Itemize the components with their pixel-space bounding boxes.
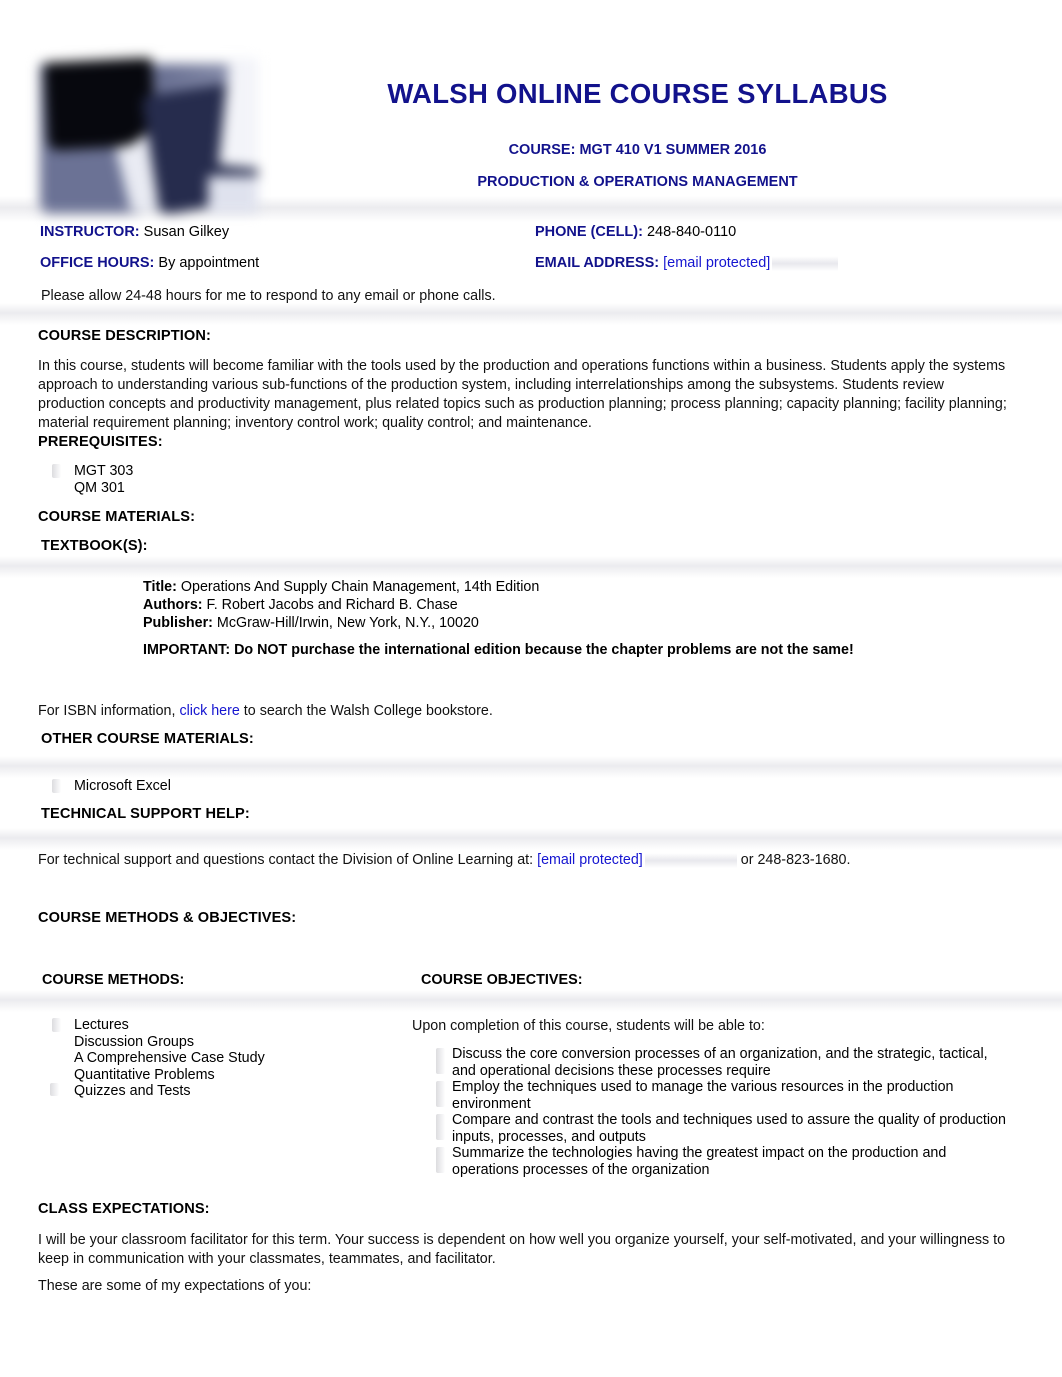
isbn-note-prefix: For ISBN information, <box>38 703 180 719</box>
list-item: Quantitative Problems <box>74 1067 265 1084</box>
list-item: Compare and contrast the tools and techn… <box>436 1112 1010 1145</box>
instructor-row: INSTRUCTOR: Susan Gilkey <box>40 224 229 241</box>
section-heading-prerequisites: PREREQUISITES: <box>38 434 163 450</box>
other-course-materials-list: Microsoft Excel <box>52 778 171 795</box>
tech-support-prefix: For technical support and questions cont… <box>38 852 538 868</box>
column-heading-course-objectives: COURSE OBJECTIVES: <box>421 972 583 988</box>
section-heading-class-expectations: CLASS EXPECTATIONS: <box>38 1201 210 1217</box>
section-heading-course-materials: COURSE MATERIALS: <box>38 509 196 525</box>
textbook-authors-value: F. Robert Jacobs and Richard B. Chase <box>206 597 458 613</box>
technical-support-text: For technical support and questions cont… <box>38 851 978 870</box>
response-time-note: Please allow 24-48 hours for me to respo… <box>41 287 941 306</box>
textbook-details: Title: Operations And Supply Chain Manag… <box>143 578 903 632</box>
list-item-label: Discuss the core conversion processes of… <box>452 1046 988 1079</box>
isbn-note: For ISBN information, click here to sear… <box>38 702 738 721</box>
bookstore-link[interactable]: click here <box>179 703 239 719</box>
textbook-publisher-value: McGraw-Hill/Irwin, New York, N.Y., 10020 <box>216 615 479 631</box>
list-item: Quizzes and Tests <box>50 1083 265 1100</box>
section-heading-textbooks: TEXTBOOK(S): <box>41 538 148 554</box>
scan-artifact-band <box>0 556 1062 578</box>
walsh-college-logo-image <box>38 58 258 213</box>
instructor-label: INSTRUCTOR: <box>40 224 140 240</box>
section-heading-course-description: COURSE DESCRIPTION: <box>38 328 211 344</box>
isbn-note-suffix: to search the Walsh College bookstore. <box>239 703 493 719</box>
section-heading-methods-objectives: COURSE METHODS & OBJECTIVES: <box>38 910 297 926</box>
bullet-marker-icon <box>436 1081 445 1107</box>
prerequisites-list: MGT 303 QM 301 <box>52 463 134 497</box>
list-item-label: A Comprehensive Case Study <box>74 1050 265 1066</box>
list-item-label: QM 301 <box>74 479 125 496</box>
phone-label: PHONE (CELL): <box>535 224 643 240</box>
textbook-authors-row: Authors: F. Robert Jacobs and Richard B.… <box>143 596 903 614</box>
list-item-label: Summarize the technologies having the gr… <box>452 1145 947 1178</box>
course-methods-list: Lectures Discussion Groups A Comprehensi… <box>50 1017 265 1100</box>
class-expectations-paragraph: I will be your classroom facilitator for… <box>38 1232 1006 1267</box>
list-item-label: Microsoft Excel <box>74 778 171 794</box>
tech-support-email[interactable]: [email protected] <box>537 852 643 868</box>
list-item: Discuss the core conversion processes of… <box>436 1046 1010 1079</box>
textbook-publisher-label: Publisher: <box>143 615 213 631</box>
textbook-authors-label: Authors: <box>143 597 203 613</box>
tech-support-suffix: or 248-823-1680. <box>736 852 851 868</box>
email-label: EMAIL ADDRESS: <box>535 255 660 271</box>
instructor-value: Susan Gilkey <box>143 224 230 240</box>
course-description-paragraph: In this course, students will become fam… <box>38 358 1007 431</box>
bullet-marker-icon <box>436 1147 445 1173</box>
bullet-marker-icon <box>436 1114 445 1140</box>
list-item-label: Discussion Groups <box>74 1033 194 1050</box>
list-item: Lectures <box>52 1017 265 1034</box>
bullet-marker-icon <box>436 1048 445 1074</box>
scan-artifact-band <box>0 303 1062 325</box>
phone-value: 248-840-0110 <box>646 224 737 240</box>
list-item: QM 301 <box>74 480 133 497</box>
scan-artifact-band <box>0 756 1062 778</box>
list-item-label: Quantitative Problems <box>74 1066 215 1083</box>
scan-artifact-band <box>0 828 1062 850</box>
email-row: EMAIL ADDRESS: [email protected] <box>535 255 839 272</box>
textbook-title-label: Title: <box>143 579 177 595</box>
textbook-important-notice: IMPORTANT: Do NOT purchase the internati… <box>143 642 854 658</box>
objectives-intro: Upon completion of this course, students… <box>412 1018 765 1034</box>
scan-artifact-band <box>0 990 1062 1012</box>
bullet-marker-icon <box>50 1083 59 1096</box>
list-item: A Comprehensive Case Study <box>74 1050 265 1067</box>
course-subject-title: PRODUCTION & OPERATIONS MANAGEMENT <box>477 174 798 190</box>
email-value[interactable]: [email protected] <box>663 255 770 271</box>
page-title: WALSH ONLINE COURSE SYLLABUS <box>387 78 888 109</box>
office-hours-value: By appointment <box>158 255 260 271</box>
list-item: Microsoft Excel <box>52 778 171 795</box>
list-item: Discussion Groups <box>74 1034 265 1051</box>
list-item-label: Quizzes and Tests <box>74 1083 191 1099</box>
document-header: WALSH ONLINE COURSE SYLLABUS COURSE: MGT… <box>0 0 1062 213</box>
phone-row: PHONE (CELL): 248-840-0110 <box>535 224 736 241</box>
email-redaction-bar <box>772 255 839 271</box>
list-item: MGT 303 <box>52 463 134 480</box>
textbook-title-value: Operations And Supply Chain Management, … <box>180 579 540 595</box>
list-item: Employ the techniques used to manage the… <box>436 1079 1010 1112</box>
list-item-label: Compare and contrast the tools and techn… <box>452 1112 1006 1145</box>
list-item-label: MGT 303 <box>74 463 134 479</box>
list-item: Summarize the technologies having the gr… <box>436 1145 1010 1178</box>
response-time-note-text: Please allow 24-48 hours for me to respo… <box>41 288 496 304</box>
course-code-term: COURSE: MGT 410 V1 SUMMER 2016 <box>508 142 767 158</box>
course-objectives-list: Discuss the core conversion processes of… <box>436 1046 1010 1178</box>
syllabus-page: WALSH ONLINE COURSE SYLLABUS COURSE: MGT… <box>0 0 1062 1377</box>
list-item-label: Lectures <box>74 1017 129 1033</box>
class-expectations-lead-in: These are some of my expectations of you… <box>38 1278 312 1294</box>
office-hours-row: OFFICE HOURS: By appointment <box>40 255 259 272</box>
textbook-publisher-row: Publisher: McGraw-Hill/Irwin, New York, … <box>143 614 903 632</box>
office-hours-label: OFFICE HOURS: <box>40 255 155 271</box>
bullet-marker-icon <box>52 1018 61 1032</box>
email-redaction-bar <box>644 852 737 868</box>
textbook-title-row: Title: Operations And Supply Chain Manag… <box>143 578 903 596</box>
bullet-marker-icon <box>52 779 61 793</box>
bullet-marker-icon <box>52 464 61 478</box>
section-heading-technical-support: TECHNICAL SUPPORT HELP: <box>41 806 250 822</box>
list-item-label: Employ the techniques used to manage the… <box>452 1079 954 1112</box>
column-heading-course-methods: COURSE METHODS: <box>42 972 185 988</box>
section-heading-other-course-materials: OTHER COURSE MATERIALS: <box>41 731 254 747</box>
